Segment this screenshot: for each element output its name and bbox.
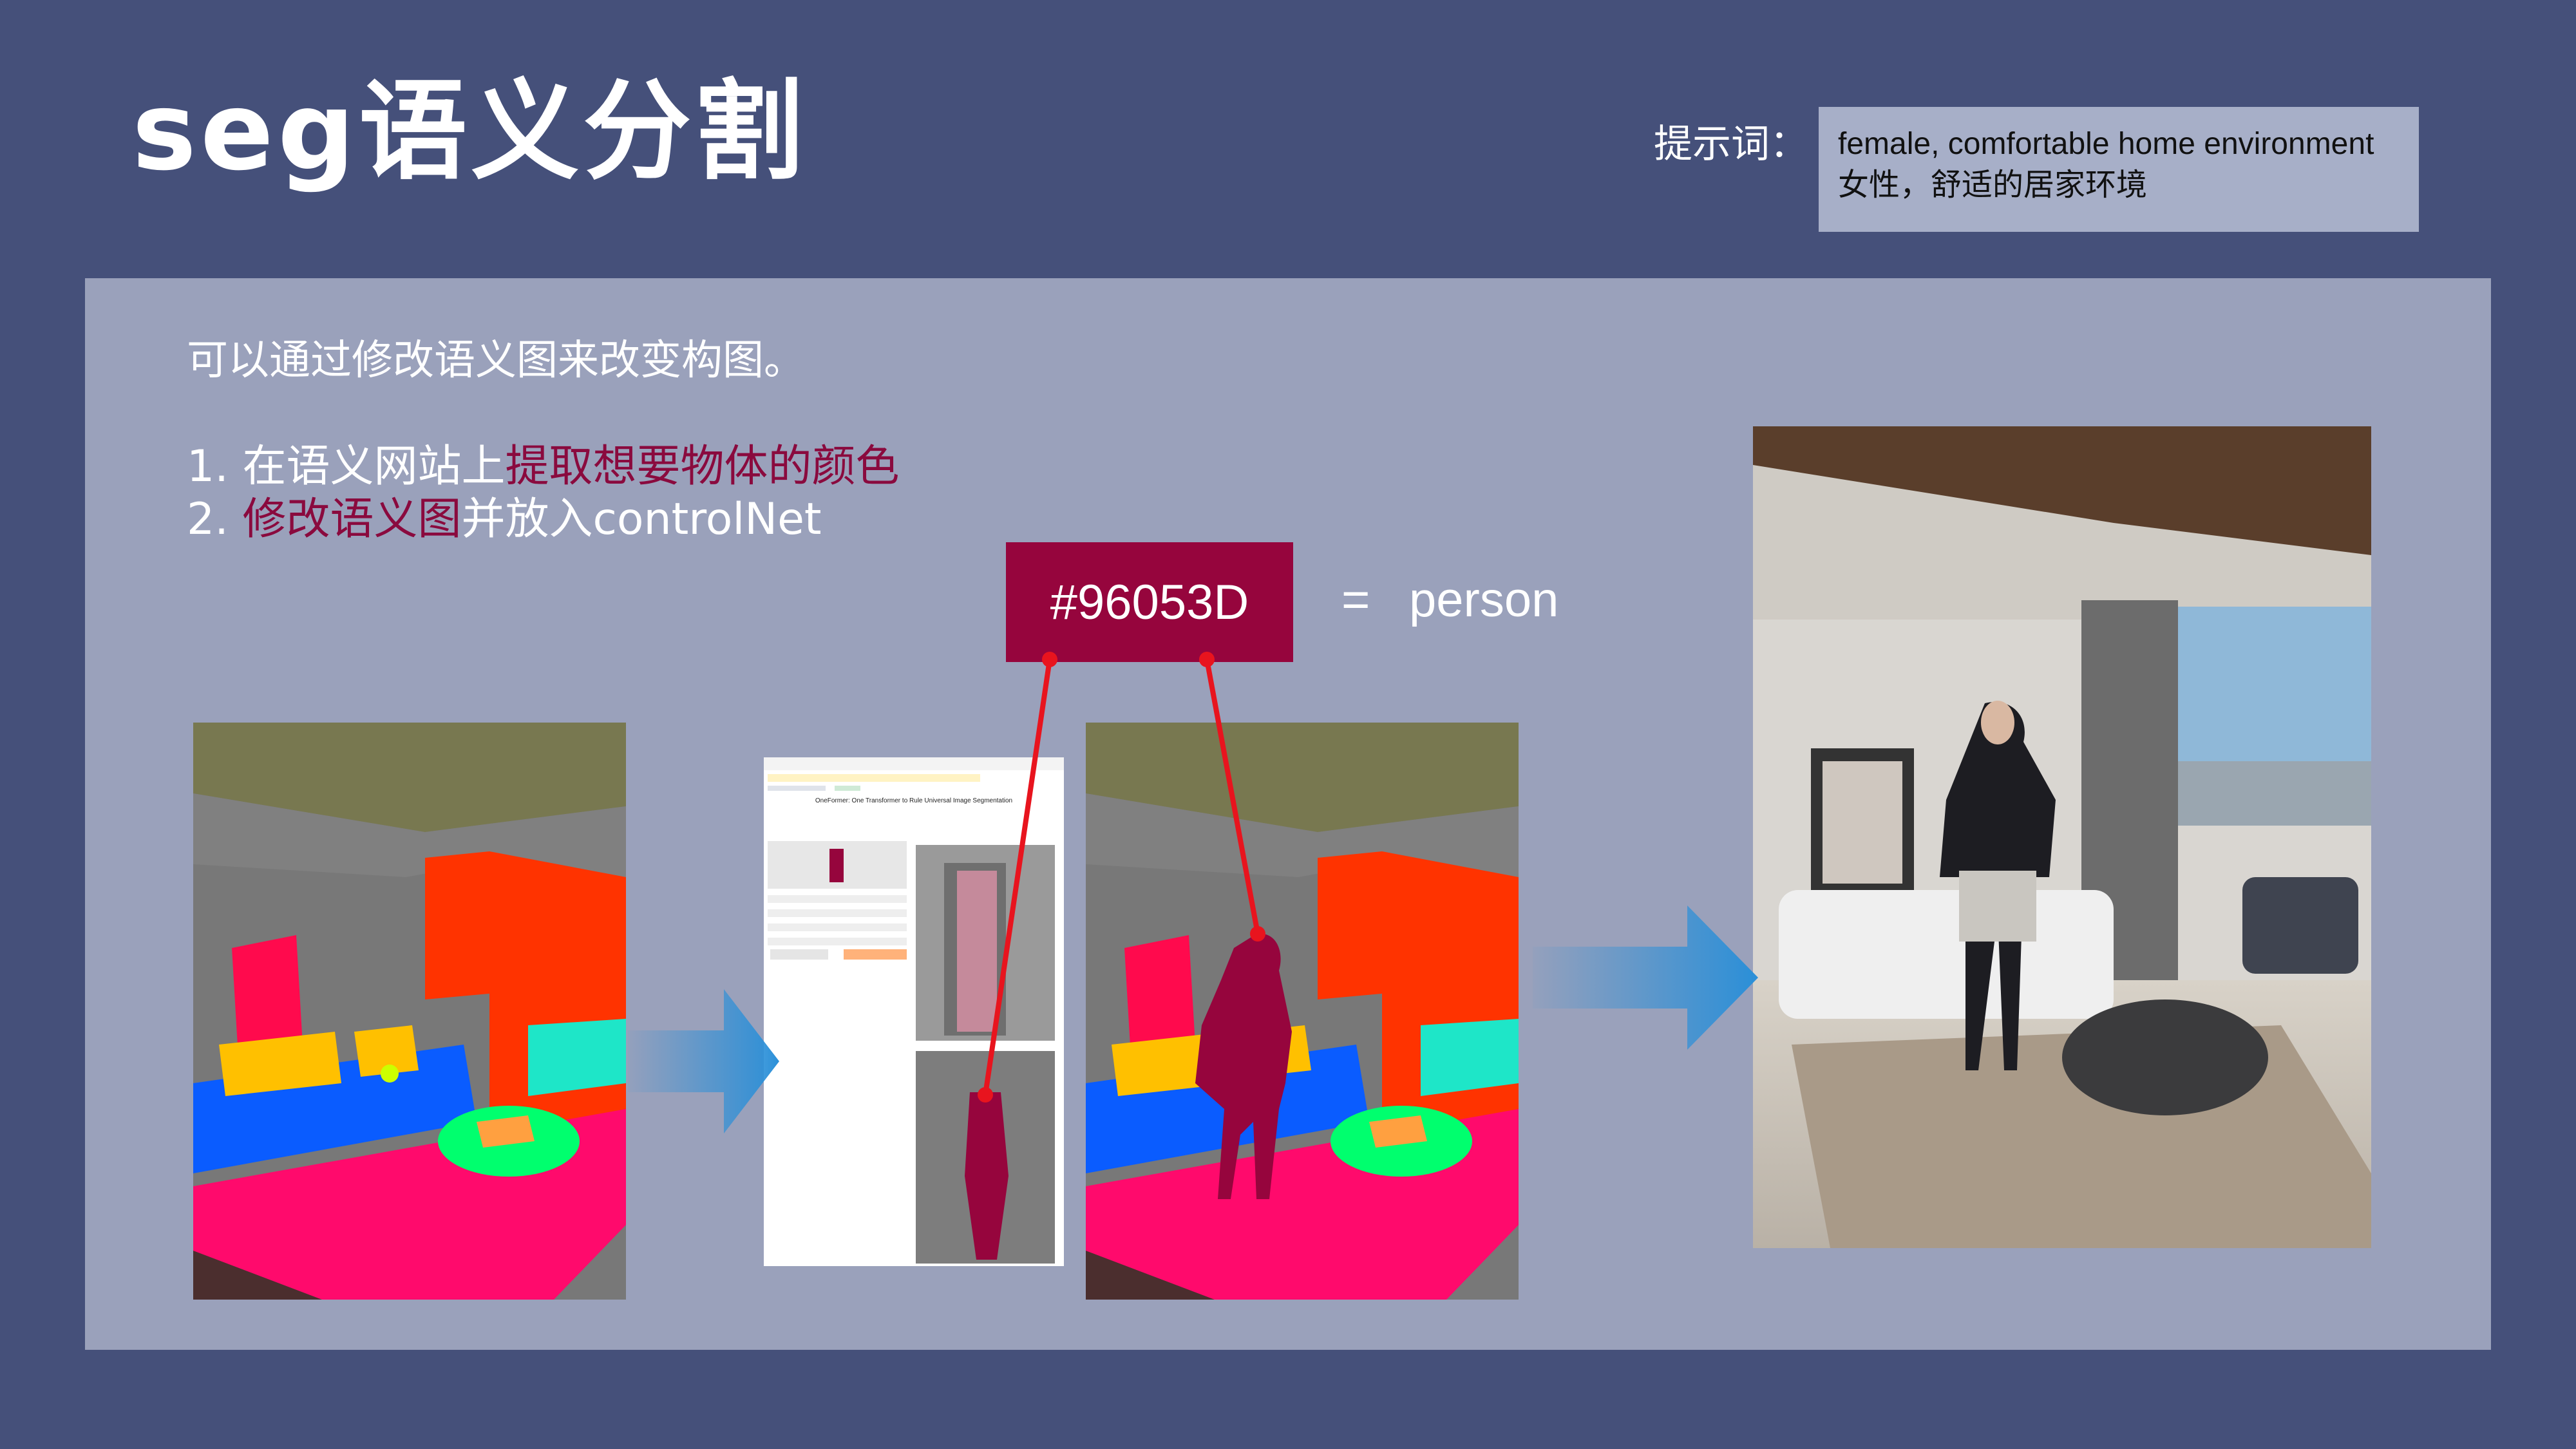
- website-screenshot-graphic: [764, 757, 1064, 1266]
- generated-result-photo: [1753, 426, 2371, 1248]
- segmentation-map-original: [193, 723, 626, 1300]
- generated-result-photo-image: [1753, 426, 2371, 1248]
- step-2-suffix: 并放入controlNet: [461, 494, 822, 545]
- intro-text: 可以通过修改语义图来改变构图。: [187, 337, 805, 384]
- prompt-english: female, comfortable home environment: [1838, 127, 2374, 161]
- segmentation-map-original-image: [193, 723, 626, 1300]
- segmentation-map-edited: [1086, 723, 1519, 1300]
- step-2-prefix: 2.: [187, 494, 243, 545]
- step-2-highlight: 修改语义图: [242, 494, 462, 545]
- slide-title: seg语义分割: [132, 68, 808, 194]
- segmentation-website-screenshot: OneFormer: One Transformer to Rule Unive…: [764, 757, 1064, 1266]
- segmentation-map-edited-image: [1086, 723, 1519, 1300]
- class-name-label: person: [1409, 573, 1559, 627]
- equals-sign: =: [1341, 573, 1370, 627]
- color-hex-box: #96053D: [1006, 542, 1293, 662]
- website-title: OneFormer: One Transformer to Rule Unive…: [815, 797, 1013, 804]
- prompt-label: 提示词：: [1654, 122, 1808, 167]
- prompt-box: female, comfortable home environment 女性，…: [1819, 107, 2419, 232]
- step-2: 2. 修改语义图并放入controlNet: [187, 483, 822, 547]
- prompt-chinese: 女性，舒适的居家环境: [1838, 168, 2148, 202]
